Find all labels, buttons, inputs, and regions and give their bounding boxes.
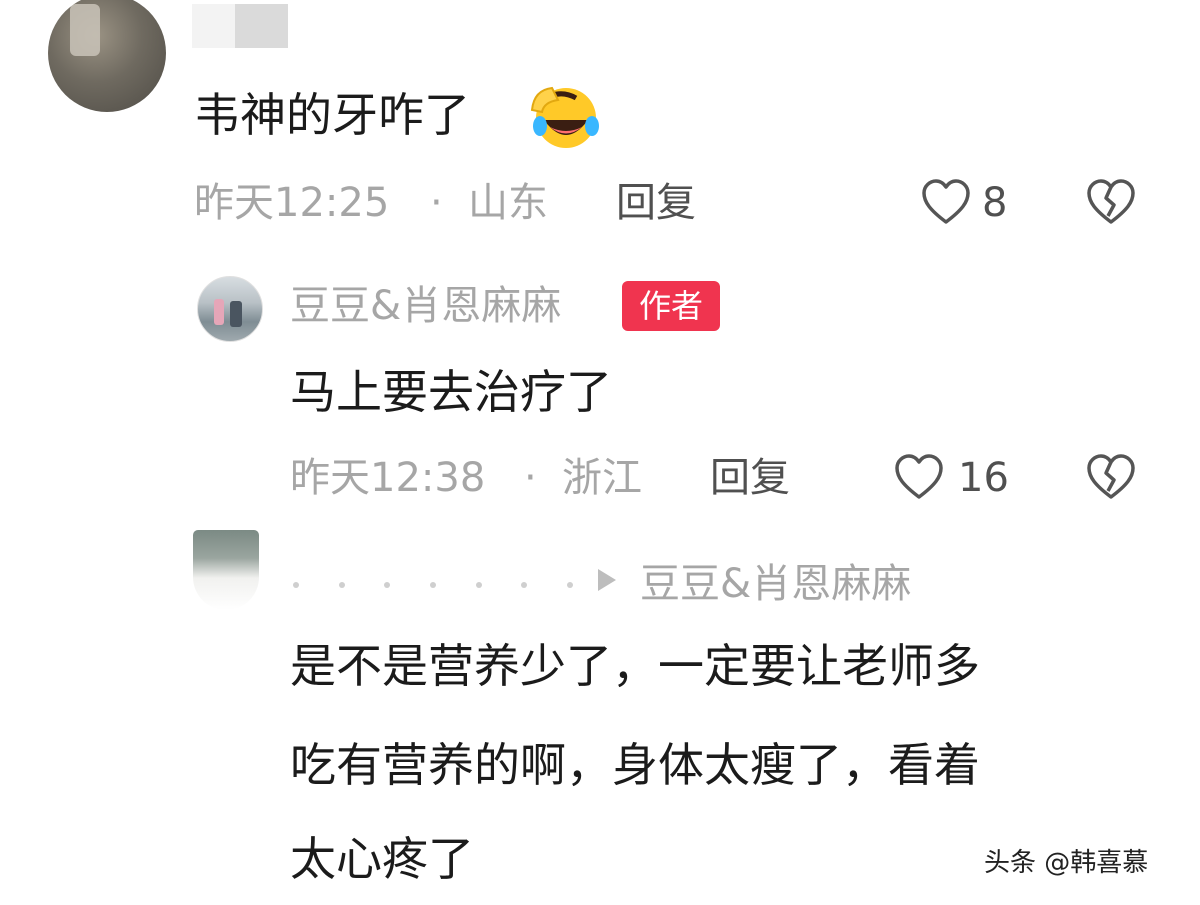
comment-text-line: 是不是营养少了，一定要让老师多	[290, 639, 980, 693]
comment-location: 浙江	[562, 455, 642, 501]
like-count: 16	[958, 455, 1009, 501]
comment-time: 昨天12:38	[290, 455, 486, 501]
comment-text: 韦神的牙咋了	[194, 88, 470, 142]
like-heart-icon[interactable]	[893, 453, 945, 501]
dislike-broken-heart-icon[interactable]	[1085, 178, 1137, 226]
author-badge: 作者	[622, 281, 720, 331]
watermark: 头条 @韩喜慕	[984, 848, 1149, 878]
username-redacted	[293, 575, 573, 595]
author-username[interactable]: 豆豆&肖恩麻麻	[290, 286, 561, 326]
author-avatar[interactable]	[197, 276, 263, 342]
username-redacted	[192, 4, 288, 48]
comment-text: 马上要去治疗了	[290, 365, 612, 419]
reply-to-username[interactable]: 豆豆&肖恩麻麻	[640, 564, 911, 604]
reply-arrow-icon	[598, 569, 616, 591]
avatar[interactable]	[48, 0, 166, 112]
reply-button[interactable]: 回复	[616, 183, 696, 223]
comment-text-line: 吃有营养的啊，身体太瘦了，看着	[290, 738, 980, 792]
like-heart-icon[interactable]	[920, 178, 972, 226]
dislike-broken-heart-icon[interactable]	[1085, 453, 1137, 501]
comment-location: 山东	[468, 180, 548, 226]
like-count: 8	[982, 180, 1008, 226]
meta-separator: ·	[524, 455, 537, 501]
comment-time: 昨天12:25	[194, 180, 390, 226]
laughing-crying-emoji-icon	[530, 86, 599, 148]
avatar[interactable]	[193, 530, 259, 610]
comment-text-line: 太心疼了	[290, 832, 474, 886]
reply-button[interactable]: 回复	[710, 458, 790, 498]
meta-separator: ·	[430, 180, 443, 226]
